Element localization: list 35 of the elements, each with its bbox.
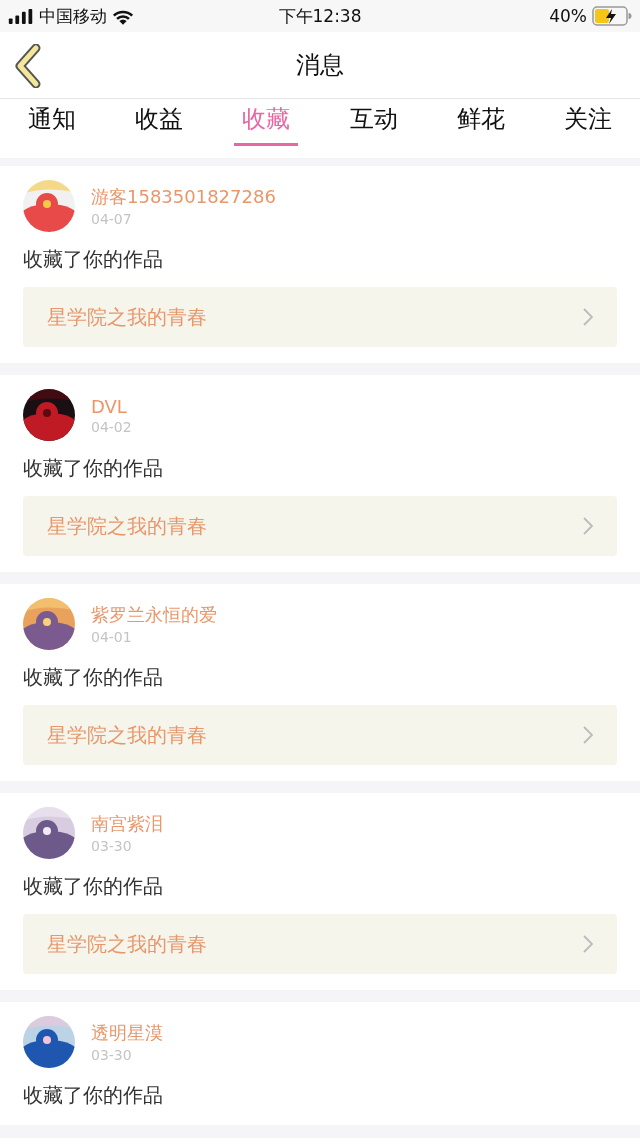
work-link[interactable]: 星学院之我的青春 xyxy=(23,287,617,347)
user-name[interactable]: 游客1583501827286 xyxy=(91,185,276,209)
tab[interactable]: 互动 xyxy=(341,103,406,146)
work-link[interactable]: 星学院之我的青春 xyxy=(23,914,617,974)
message-text: 收藏了你的作品 xyxy=(23,664,164,691)
message-date: 04-07 xyxy=(91,211,133,227)
user-name[interactable]: 透明星漠 xyxy=(91,1021,163,1045)
user-name[interactable]: 南宫紫泪 xyxy=(91,812,163,836)
message-date: 04-01 xyxy=(91,629,133,645)
message-text: 收藏了你的作品 xyxy=(23,1082,164,1109)
message-date: 03-30 xyxy=(91,1047,133,1063)
tab[interactable]: 收益 xyxy=(127,103,192,146)
tab[interactable]: 鲜花 xyxy=(448,103,513,146)
user-name[interactable]: 紫罗兰永恒的爱 xyxy=(91,603,217,627)
chevron-icon xyxy=(583,935,593,953)
message-date: 04-02 xyxy=(91,418,132,435)
signal-icon xyxy=(8,8,34,24)
user-name[interactable]: DVL xyxy=(91,395,132,417)
chevron-icon xyxy=(583,517,593,535)
battery-icon xyxy=(592,6,632,26)
tab[interactable]: 关注 xyxy=(555,103,620,146)
message-text: 收藏了你的作品 xyxy=(23,246,164,273)
tab[interactable]: 收藏 xyxy=(234,103,299,146)
message-text: 收藏了你的作品 xyxy=(23,455,164,482)
message-date: 03-30 xyxy=(91,838,133,854)
work-link[interactable]: 星学院之我的青春 xyxy=(23,705,617,765)
chevron-icon xyxy=(583,308,593,326)
tab[interactable]: 通知 xyxy=(20,103,84,146)
message-text: 收藏了你的作品 xyxy=(23,873,164,900)
work-link[interactable]: 星学院之我的青春 xyxy=(23,496,617,556)
page-title: 消息 xyxy=(296,50,344,81)
clock-time: 下午12:38 xyxy=(277,4,363,28)
battery-percent: 40% xyxy=(549,6,587,26)
carrier-name: 中国移动 xyxy=(39,4,107,28)
chevron-icon xyxy=(583,726,593,744)
